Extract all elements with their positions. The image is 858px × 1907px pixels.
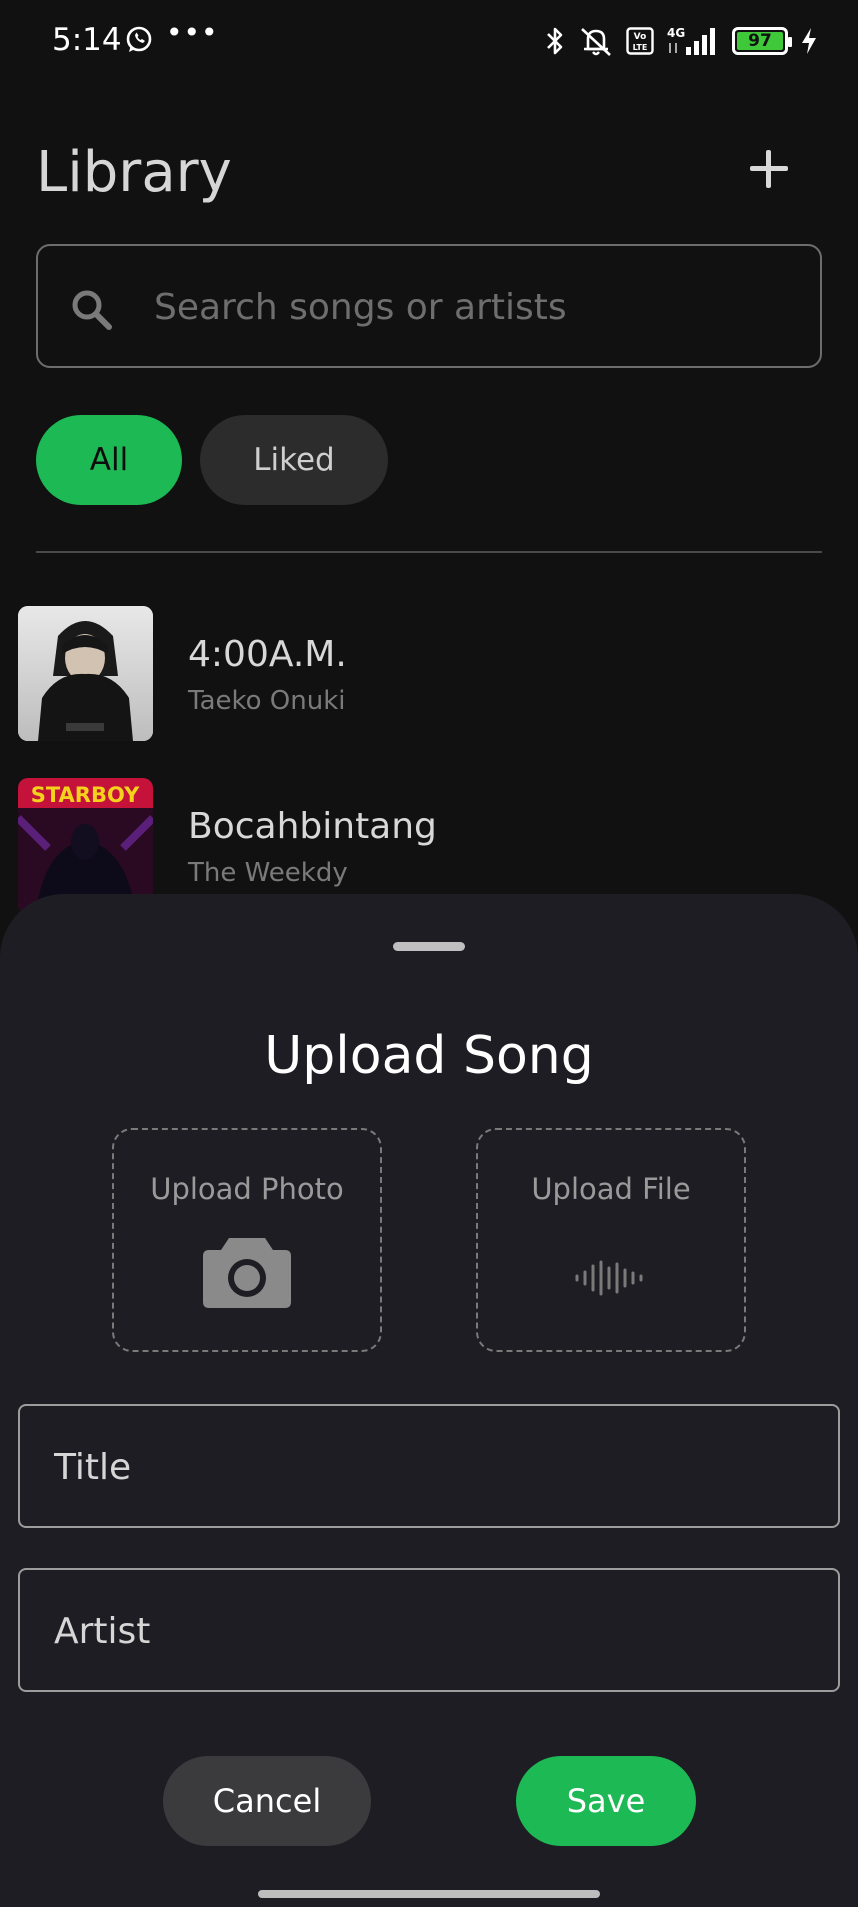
status-icons: Vo LTE 4G 97 [544, 24, 818, 58]
camera-icon [203, 1238, 291, 1308]
sheet-drag-handle[interactable] [393, 942, 465, 951]
audio-wave-icon [575, 1260, 643, 1296]
volte-icon: Vo LTE [626, 27, 654, 55]
page-title: Library [36, 140, 232, 205]
battery-tip [788, 37, 792, 47]
upload-song-sheet: Upload Song Upload Photo Upload File Tit… [0, 894, 858, 1907]
search-input[interactable] [154, 276, 794, 338]
song-list-item[interactable]: 4:00A.M. Taeko Onuki [18, 606, 818, 741]
upload-photo-button[interactable]: Upload Photo [112, 1128, 382, 1352]
song-artist: The Weekdy [188, 858, 348, 888]
signal-icon: 4G [667, 26, 715, 55]
home-indicator[interactable] [258, 1890, 600, 1898]
save-button[interactable]: Save [516, 1756, 696, 1846]
song-title: 4:00A.M. [188, 634, 347, 675]
filter-chip-all[interactable]: All [36, 415, 182, 505]
search-icon [72, 290, 112, 330]
cancel-button[interactable]: Cancel [163, 1756, 371, 1846]
svg-text:Vo: Vo [634, 32, 647, 42]
more-dots-icon: ••• [166, 16, 219, 49]
whatsapp-icon [126, 26, 152, 52]
album-cover: STARBOY [18, 778, 153, 913]
artist-field[interactable] [18, 1568, 840, 1692]
battery-level: 97 [748, 31, 772, 51]
add-song-button[interactable] [746, 146, 792, 192]
song-artist: Taeko Onuki [188, 686, 346, 716]
svg-text:LTE: LTE [633, 43, 648, 52]
charging-icon [802, 28, 816, 54]
status-bar: 5:14 ••• Vo LTE 4G 97 [0, 0, 858, 82]
song-title: Bocahbintang [188, 806, 437, 847]
upload-photo-label: Upload Photo [150, 1172, 344, 1206]
title-field[interactable] [18, 1404, 840, 1528]
upload-file-label: Upload File [531, 1172, 691, 1206]
search-bar[interactable] [36, 244, 822, 368]
song-list-item[interactable]: STARBOY Bocahbintang The Weekdy [18, 778, 818, 913]
network-label: 4G [667, 26, 685, 40]
title-input[interactable] [54, 1434, 804, 1500]
sheet-title: Upload Song [264, 1026, 594, 1086]
filter-chip-liked[interactable]: Liked [200, 415, 388, 505]
cover-text: STARBOY [31, 783, 140, 807]
album-cover [18, 606, 153, 741]
artist-input[interactable] [54, 1598, 804, 1664]
battery-icon: 97 [732, 27, 792, 55]
muted-icon [581, 28, 611, 56]
divider [36, 551, 822, 553]
status-time: 5:14 [52, 22, 122, 58]
upload-file-button[interactable]: Upload File [476, 1128, 746, 1352]
bluetooth-icon [547, 27, 563, 55]
